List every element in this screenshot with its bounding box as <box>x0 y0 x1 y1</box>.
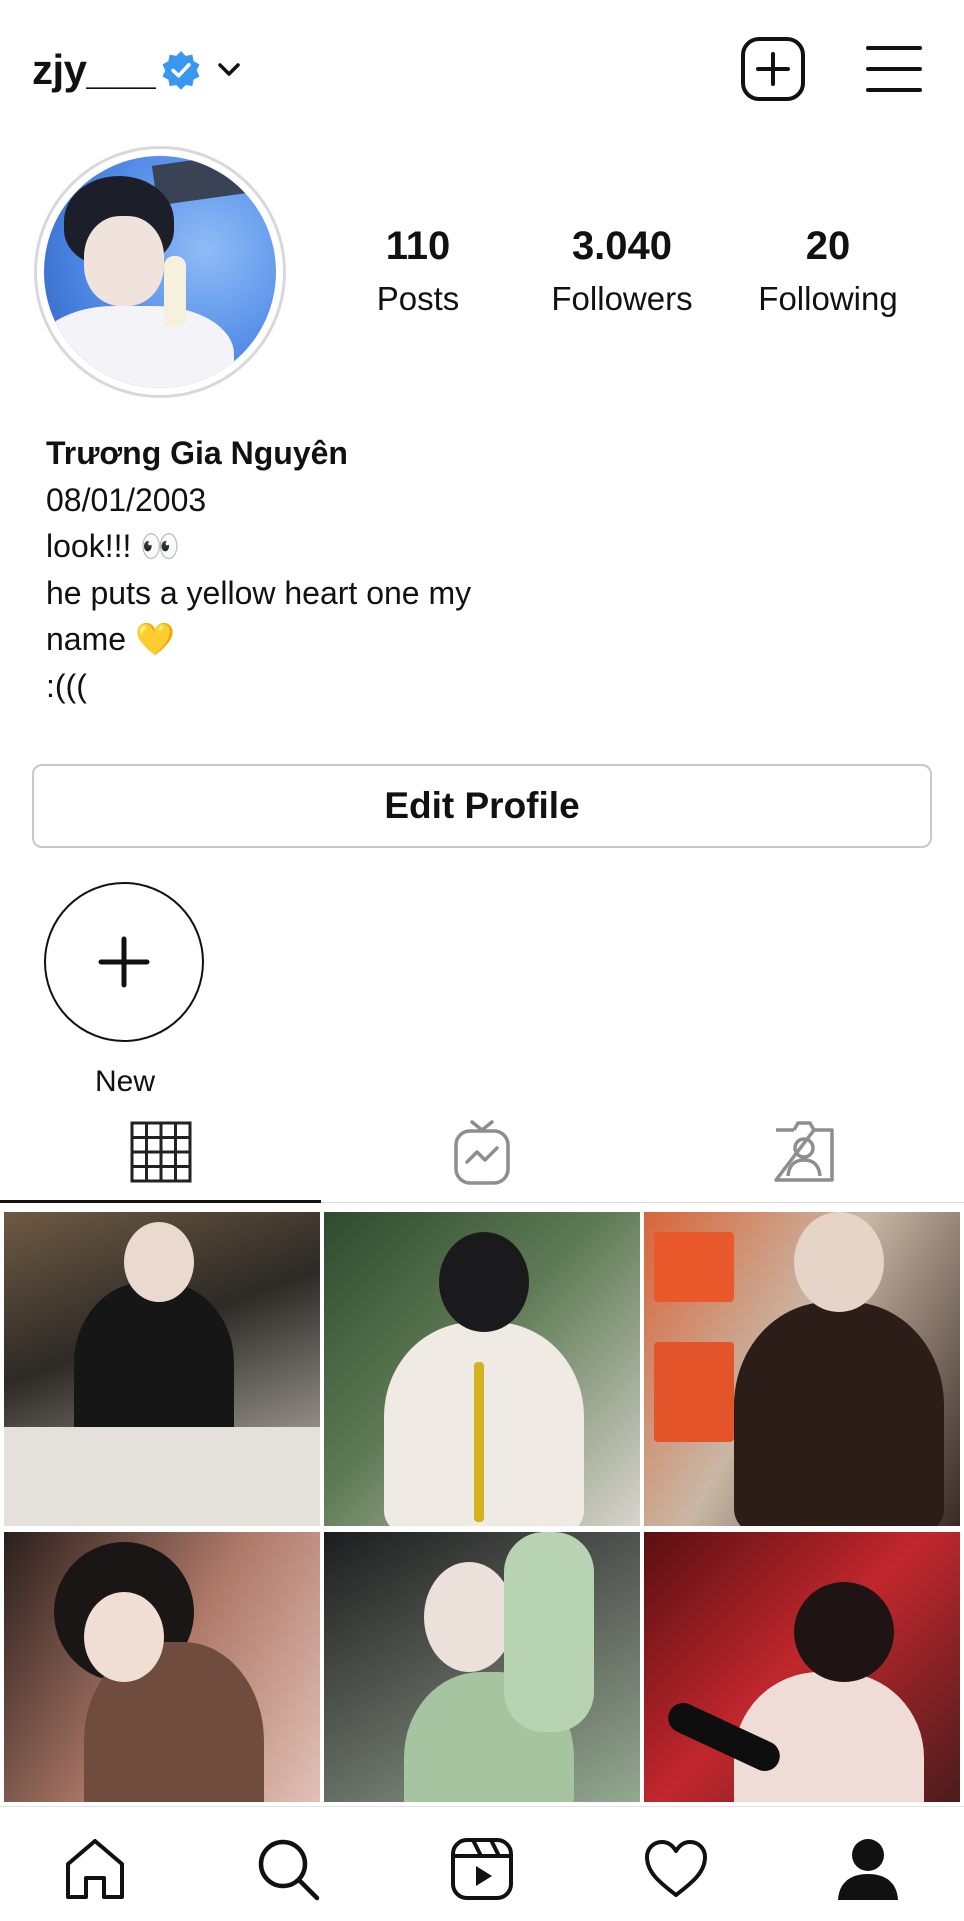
post-thumbnail[interactable] <box>324 1212 640 1526</box>
home-icon <box>66 1839 124 1899</box>
followers-label: Followers <box>551 280 693 317</box>
tab-tagged[interactable] <box>643 1100 964 1204</box>
igtv-icon <box>453 1120 510 1185</box>
verified-badge-icon <box>162 51 200 90</box>
post-thumbnail[interactable] <box>4 1532 320 1802</box>
reels-icon <box>451 1838 513 1900</box>
tab-posts-grid[interactable] <box>0 1100 321 1204</box>
profile-tabs <box>0 1100 964 1206</box>
grid-icon <box>130 1121 191 1183</box>
display-name: Trương Gia Nguyên <box>46 435 348 471</box>
following-count: 20 <box>805 224 851 268</box>
new-highlight-circle[interactable] <box>44 882 204 1042</box>
posts-grid <box>4 1212 960 1802</box>
post-thumbnail[interactable] <box>644 1532 960 1802</box>
chevron-down-icon[interactable] <box>214 55 244 85</box>
posts-stat[interactable]: 110 Posts <box>328 222 508 322</box>
tagged-icon <box>773 1121 834 1182</box>
bio-line: look!!! 👀 <box>46 528 181 564</box>
nav-reels-button[interactable] <box>442 1829 522 1909</box>
following-stat[interactable]: 20 Following <box>738 222 918 322</box>
edit-profile-button[interactable]: Edit Profile <box>32 764 932 848</box>
new-highlight-label: New <box>94 1065 155 1098</box>
post-thumbnail[interactable] <box>324 1532 640 1802</box>
nav-activity-button[interactable] <box>636 1829 716 1909</box>
search-icon <box>258 1839 320 1901</box>
bottom-navigation <box>0 1806 964 1921</box>
profile-bio: Trương Gia Nguyên 08/01/2003 look!!! 👀 h… <box>46 430 646 709</box>
followers-count: 3.040 <box>571 224 673 268</box>
plus-icon <box>98 936 150 988</box>
followers-stat[interactable]: 3.040 Followers <box>532 222 712 322</box>
active-tab-indicator <box>0 1200 321 1203</box>
nav-home-button[interactable] <box>55 1829 135 1909</box>
post-thumbnail[interactable] <box>644 1212 960 1526</box>
posts-label: Posts <box>376 280 460 317</box>
bio-line: he puts a yellow heart one my <box>46 574 472 611</box>
new-highlight[interactable]: New <box>44 882 206 1100</box>
nav-search-button[interactable] <box>248 1829 328 1909</box>
avatar[interactable] <box>44 156 276 388</box>
bio-line: name 💛 <box>46 621 175 657</box>
posts-count: 110 <box>385 224 451 268</box>
profile-header: zjy___ <box>0 0 964 140</box>
following-label: Following <box>758 280 898 317</box>
post-thumbnail[interactable] <box>4 1212 320 1526</box>
profile-icon <box>838 1839 898 1900</box>
bio-line: :((( <box>46 667 87 704</box>
username-title[interactable]: zjy___ <box>32 44 156 96</box>
bio-line: 08/01/2003 <box>46 481 207 518</box>
new-post-button[interactable] <box>740 36 806 102</box>
menu-button[interactable] <box>866 44 922 94</box>
tab-igtv[interactable] <box>321 1100 642 1204</box>
nav-profile-button[interactable] <box>828 1829 908 1909</box>
heart-icon <box>645 1840 707 1897</box>
